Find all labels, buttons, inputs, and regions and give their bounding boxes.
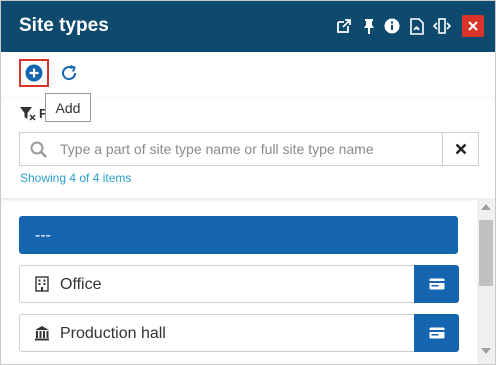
search-box [19,132,443,166]
list-scrollbar[interactable] [477,198,495,364]
scroll-thumb[interactable] [479,220,493,286]
close-button[interactable] [462,15,484,37]
refresh-button[interactable] [57,61,81,85]
pdf-icon[interactable] [407,15,427,37]
items-count-text: Showing 4 of 4 items [20,171,132,185]
list-item[interactable]: --- [19,216,458,254]
card-icon [429,327,444,339]
resize-icon[interactable] [432,15,452,37]
search-icon [30,141,48,159]
panel-title: Site types [19,15,109,36]
building-icon [34,276,50,292]
card-icon [429,278,444,290]
clear-icon [455,143,466,155]
site-types-panel: Site types F Type a part of site type na… [0,0,496,365]
list-item[interactable]: Office [19,265,459,303]
info-icon[interactable] [382,15,402,37]
toolbar [1,52,495,98]
list-item-label: Office [60,276,102,293]
scroll-down-arrow-icon[interactable] [481,348,491,354]
close-icon [468,21,478,31]
search-input[interactable] [60,133,440,165]
scroll-up-arrow-icon[interactable] [481,204,491,210]
refresh-icon [62,65,77,81]
clear-search-button[interactable] [442,132,479,166]
list-item-label: Production hall [60,325,166,342]
list-item[interactable]: Production hall [19,314,459,352]
plus-circle-icon [25,64,43,82]
item-details-button[interactable] [414,314,459,352]
list-item-label: --- [35,227,51,244]
open-external-icon[interactable] [334,15,354,37]
pin-icon[interactable] [359,15,379,37]
panel-header: Site types [1,1,495,52]
filter-icon[interactable] [19,106,37,122]
add-tooltip: Add [45,93,91,122]
factory-icon [34,325,50,341]
item-details-button[interactable] [414,265,459,303]
add-button[interactable] [19,59,49,87]
site-type-list: --- Office Production hall [1,198,477,364]
